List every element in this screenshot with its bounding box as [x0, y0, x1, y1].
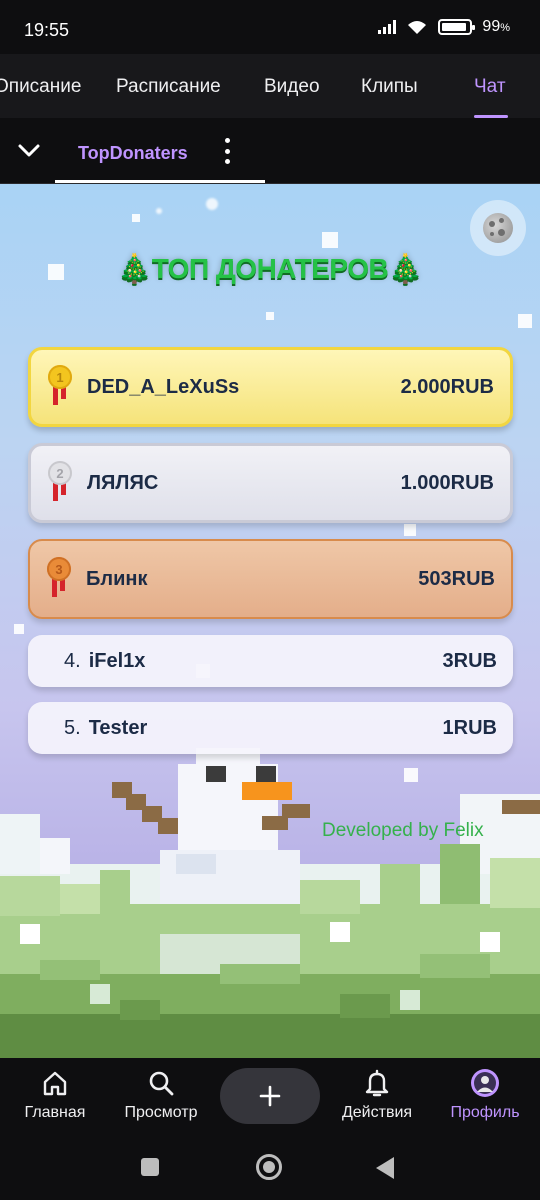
extension-bar: TopDonaters [0, 118, 540, 184]
chevron-down-icon[interactable] [16, 138, 42, 164]
status-icons: 99% [378, 18, 510, 36]
panel-title: 🎄ТОП ДОНАТЕРОВ🎄 [117, 253, 423, 284]
tab-videos[interactable]: Видео [264, 76, 320, 98]
gold-medal-icon: 1 [47, 365, 73, 409]
donor-row-4: 4. iFel1x 3RUB [28, 635, 513, 687]
snowman-illustration [0, 748, 540, 1058]
donor-rank: 4. [64, 649, 81, 672]
theme-toggle-button[interactable] [470, 200, 526, 256]
search-icon [149, 1071, 174, 1096]
nav-home[interactable]: Главная [0, 1068, 110, 1122]
create-button[interactable] [220, 1068, 320, 1124]
snowflake [156, 208, 162, 214]
bottom-navigation: Главная Просмотр Действия Профиль [0, 1058, 540, 1140]
status-bar: 19:55 99% [0, 0, 540, 54]
donor-rank: 5. [64, 716, 81, 739]
system-navigation-bar [0, 1140, 540, 1200]
silver-medal-icon: 2 [47, 461, 73, 505]
more-options-icon[interactable] [218, 138, 236, 164]
donor-row-3: 3 Блинк 503RUB [28, 539, 513, 619]
nav-profile[interactable]: Профиль [430, 1068, 540, 1122]
nav-activity[interactable]: Действия [322, 1068, 432, 1122]
top-donaters-panel: 🎄ТОП ДОНАТЕРОВ🎄 1 DED_A_LeXuSs 2.000RUB … [0, 184, 540, 1058]
status-time: 19:55 [24, 20, 70, 40]
avatar-icon [471, 1069, 499, 1097]
nav-browse[interactable]: Просмотр [106, 1068, 216, 1122]
donor-row-2: 2 ЛЯЛЯС 1.000RUB [28, 443, 513, 523]
donor-row-1: 1 DED_A_LeXuSs 2.000RUB [28, 347, 513, 427]
home-button-icon[interactable] [256, 1154, 282, 1180]
battery-percent: 99% [482, 18, 510, 35]
donor-name: DED_A_LeXuSs [87, 375, 240, 398]
tab-schedule[interactable]: Расписание [116, 76, 221, 98]
wifi-icon [408, 21, 427, 34]
donor-name: Блинк [86, 567, 148, 590]
moon-icon [483, 213, 513, 243]
extension-tab-indicator [55, 180, 265, 183]
donor-amount: 1.000RUB [400, 471, 494, 494]
donor-amount: 503RUB [418, 567, 495, 590]
bell-icon [365, 1069, 389, 1097]
snowflake [266, 312, 274, 320]
snowflake [404, 524, 416, 536]
tab-clips[interactable]: Клипы [361, 76, 418, 98]
developer-credit: Developed by Felix [322, 820, 484, 841]
donor-row-5: 5. Tester 1RUB [28, 702, 513, 754]
donor-amount: 3RUB [442, 649, 497, 672]
donor-name: ЛЯЛЯС [87, 471, 159, 494]
snowflake [322, 232, 338, 248]
tab-chat[interactable]: Чат [474, 76, 506, 98]
donor-name: Tester [88, 716, 148, 739]
recent-apps-icon[interactable] [141, 1158, 159, 1176]
battery-icon [438, 19, 476, 35]
donor-amount: 2.000RUB [400, 375, 494, 398]
extension-tab-topdonaters[interactable]: TopDonaters [78, 143, 188, 164]
snowflake [206, 198, 218, 210]
donor-amount: 1RUB [442, 716, 497, 739]
home-icon [43, 1071, 67, 1096]
snowflake [14, 624, 24, 634]
back-icon[interactable] [376, 1157, 394, 1179]
snowflake [132, 214, 140, 222]
channel-tabs: Описание Расписание Видео Клипы Чат [0, 54, 540, 118]
tab-description[interactable]: Описание [0, 76, 81, 98]
donor-name: iFel1x [88, 649, 146, 672]
bronze-medal-icon: 3 [46, 557, 72, 601]
plus-icon [259, 1085, 281, 1107]
signal-icon [378, 20, 397, 34]
snowflake [518, 314, 532, 328]
